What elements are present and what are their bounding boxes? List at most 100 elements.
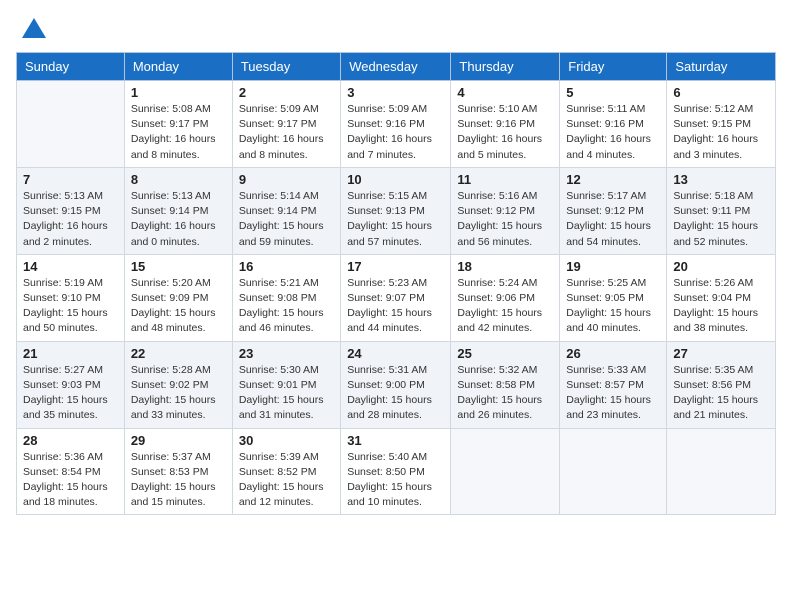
day-number: 21 (23, 346, 118, 361)
day-info: Sunrise: 5:13 AMSunset: 9:15 PMDaylight:… (23, 189, 118, 250)
day-number: 7 (23, 172, 118, 187)
day-cell: 6 Sunrise: 5:12 AMSunset: 9:15 PMDaylight… (667, 81, 776, 168)
logo (16, 16, 48, 44)
day-info: Sunrise: 5:12 AMSunset: 9:15 PMDaylight:… (673, 102, 769, 163)
day-info: Sunrise: 5:08 AMSunset: 9:17 PMDaylight:… (131, 102, 226, 163)
day-number: 1 (131, 85, 226, 100)
day-info: Sunrise: 5:13 AMSunset: 9:14 PMDaylight:… (131, 189, 226, 250)
day-info: Sunrise: 5:25 AMSunset: 9:05 PMDaylight:… (566, 276, 660, 337)
day-cell (451, 428, 560, 515)
day-cell: 17 Sunrise: 5:23 AMSunset: 9:07 PMDayligh… (341, 254, 451, 341)
week-row-5: 28 Sunrise: 5:36 AMSunset: 8:54 PMDayligh… (17, 428, 776, 515)
header-sunday: Sunday (17, 53, 125, 81)
week-row-1: 1 Sunrise: 5:08 AMSunset: 9:17 PMDaylight… (17, 81, 776, 168)
day-cell: 3 Sunrise: 5:09 AMSunset: 9:16 PMDaylight… (341, 81, 451, 168)
day-number: 26 (566, 346, 660, 361)
day-info: Sunrise: 5:33 AMSunset: 8:57 PMDaylight:… (566, 363, 660, 424)
day-number: 30 (239, 433, 334, 448)
day-number: 25 (457, 346, 553, 361)
day-info: Sunrise: 5:09 AMSunset: 9:16 PMDaylight:… (347, 102, 444, 163)
day-info: Sunrise: 5:15 AMSunset: 9:13 PMDaylight:… (347, 189, 444, 250)
day-cell: 2Sunrise: 5:09 AMSunset: 9:17 PMDaylight… (232, 81, 340, 168)
day-number: 12 (566, 172, 660, 187)
day-number: 28 (23, 433, 118, 448)
day-cell: 12Sunrise: 5:17 AMSunset: 9:12 PMDayligh… (560, 167, 667, 254)
day-cell: 15 Sunrise: 5:20 AMSunset: 9:09 PMDayligh… (124, 254, 232, 341)
day-cell: 27Sunrise: 5:35 AMSunset: 8:56 PMDayligh… (667, 341, 776, 428)
day-cell: 14 Sunrise: 5:19 AMSunset: 9:10 PMDayligh… (17, 254, 125, 341)
day-info: Sunrise: 5:36 AMSunset: 8:54 PMDaylight:… (23, 450, 118, 511)
day-info: Sunrise: 5:10 AMSunset: 9:16 PMDaylight:… (457, 102, 553, 163)
day-number: 15 (131, 259, 226, 274)
day-info: Sunrise: 5:23 AMSunset: 9:07 PMDaylight:… (347, 276, 444, 337)
day-info: Sunrise: 5:19 AMSunset: 9:10 PMDaylight:… (23, 276, 118, 337)
day-info: Sunrise: 5:37 AMSunset: 8:53 PMDaylight:… (131, 450, 226, 511)
day-info: Sunrise: 5:18 AMSunset: 9:11 PMDaylight:… (673, 189, 769, 250)
day-number: 3 (347, 85, 444, 100)
day-cell: 29 Sunrise: 5:37 AMSunset: 8:53 PMDayligh… (124, 428, 232, 515)
day-cell: 1 Sunrise: 5:08 AMSunset: 9:17 PMDaylight… (124, 81, 232, 168)
day-cell: 31 Sunrise: 5:40 AMSunset: 8:50 PMDayligh… (341, 428, 451, 515)
logo-icon (20, 16, 48, 44)
day-number: 29 (131, 433, 226, 448)
day-info: Sunrise: 5:20 AMSunset: 9:09 PMDaylight:… (131, 276, 226, 337)
day-info: Sunrise: 5:30 AMSunset: 9:01 PMDaylight:… (239, 363, 334, 424)
day-info: Sunrise: 5:11 AMSunset: 9:16 PMDaylight:… (566, 102, 660, 163)
day-number: 11 (457, 172, 553, 187)
day-cell (667, 428, 776, 515)
day-number: 24 (347, 346, 444, 361)
day-cell: 20 Sunrise: 5:26 AMSunset: 9:04 PMDayligh… (667, 254, 776, 341)
day-number: 31 (347, 433, 444, 448)
day-number: 2 (239, 85, 334, 100)
day-number: 4 (457, 85, 553, 100)
day-info: Sunrise: 5:27 AMSunset: 9:03 PMDaylight:… (23, 363, 118, 424)
header-wednesday: Wednesday (341, 53, 451, 81)
day-cell: 18 Sunrise: 5:24 AMSunset: 9:06 PMDayligh… (451, 254, 560, 341)
day-cell: 30 Sunrise: 5:39 AMSunset: 8:52 PMDayligh… (232, 428, 340, 515)
day-cell (560, 428, 667, 515)
day-number: 10 (347, 172, 444, 187)
calendar-body: 1 Sunrise: 5:08 AMSunset: 9:17 PMDaylight… (17, 81, 776, 515)
day-number: 23 (239, 346, 334, 361)
header-saturday: Saturday (667, 53, 776, 81)
day-cell: 26 Sunrise: 5:33 AMSunset: 8:57 PMDayligh… (560, 341, 667, 428)
day-cell: 28 Sunrise: 5:36 AMSunset: 8:54 PMDayligh… (17, 428, 125, 515)
calendar-header: SundayMondayTuesdayWednesdayThursdayFrid… (17, 53, 776, 81)
day-info: Sunrise: 5:26 AMSunset: 9:04 PMDaylight:… (673, 276, 769, 337)
day-number: 14 (23, 259, 118, 274)
day-number: 5 (566, 85, 660, 100)
day-info: Sunrise: 5:14 AMSunset: 9:14 PMDaylight:… (239, 189, 334, 250)
day-number: 20 (673, 259, 769, 274)
day-cell: 11 Sunrise: 5:16 AMSunset: 9:12 PMDayligh… (451, 167, 560, 254)
day-number: 27 (673, 346, 769, 361)
header-monday: Monday (124, 53, 232, 81)
day-cell: 8Sunrise: 5:13 AMSunset: 9:14 PMDaylight… (124, 167, 232, 254)
day-number: 17 (347, 259, 444, 274)
day-cell: 10 Sunrise: 5:15 AMSunset: 9:13 PMDayligh… (341, 167, 451, 254)
day-cell: 9 Sunrise: 5:14 AMSunset: 9:14 PMDaylight… (232, 167, 340, 254)
day-info: Sunrise: 5:16 AMSunset: 9:12 PMDaylight:… (457, 189, 553, 250)
header-thursday: Thursday (451, 53, 560, 81)
day-cell: 16 Sunrise: 5:21 AMSunset: 9:08 PMDayligh… (232, 254, 340, 341)
day-cell: 7 Sunrise: 5:13 AMSunset: 9:15 PMDaylight… (17, 167, 125, 254)
day-cell: 19 Sunrise: 5:25 AMSunset: 9:05 PMDayligh… (560, 254, 667, 341)
day-number: 13 (673, 172, 769, 187)
day-number: 6 (673, 85, 769, 100)
day-info: Sunrise: 5:24 AMSunset: 9:06 PMDaylight:… (457, 276, 553, 337)
day-cell: 13 Sunrise: 5:18 AMSunset: 9:11 PMDayligh… (667, 167, 776, 254)
week-row-3: 14 Sunrise: 5:19 AMSunset: 9:10 PMDayligh… (17, 254, 776, 341)
day-info: Sunrise: 5:39 AMSunset: 8:52 PMDaylight:… (239, 450, 334, 511)
day-number: 18 (457, 259, 553, 274)
header-row: SundayMondayTuesdayWednesdayThursdayFrid… (17, 53, 776, 81)
header-friday: Friday (560, 53, 667, 81)
day-info: Sunrise: 5:28 AMSunset: 9:02 PMDaylight:… (131, 363, 226, 424)
day-cell: 21 Sunrise: 5:27 AMSunset: 9:03 PMDayligh… (17, 341, 125, 428)
day-cell: 25Sunrise: 5:32 AMSunset: 8:58 PMDayligh… (451, 341, 560, 428)
week-row-4: 21 Sunrise: 5:27 AMSunset: 9:03 PMDayligh… (17, 341, 776, 428)
day-info: Sunrise: 5:40 AMSunset: 8:50 PMDaylight:… (347, 450, 444, 511)
day-cell: 5 Sunrise: 5:11 AMSunset: 9:16 PMDaylight… (560, 81, 667, 168)
day-number: 19 (566, 259, 660, 274)
day-number: 9 (239, 172, 334, 187)
day-number: 16 (239, 259, 334, 274)
day-info: Sunrise: 5:21 AMSunset: 9:08 PMDaylight:… (239, 276, 334, 337)
